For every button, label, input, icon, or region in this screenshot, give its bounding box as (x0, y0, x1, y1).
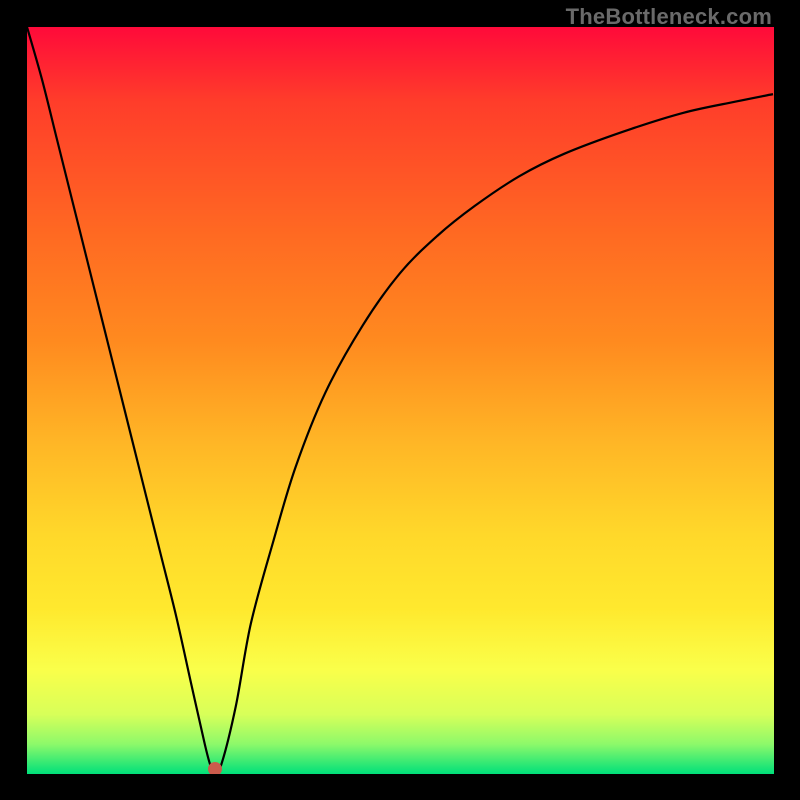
plot-area (27, 27, 774, 774)
chart-frame: TheBottleneck.com (0, 0, 800, 800)
curve-layer (27, 27, 774, 774)
minimum-marker (208, 762, 222, 774)
watermark-text: TheBottleneck.com (566, 4, 772, 30)
bottleneck-curve (27, 27, 773, 771)
